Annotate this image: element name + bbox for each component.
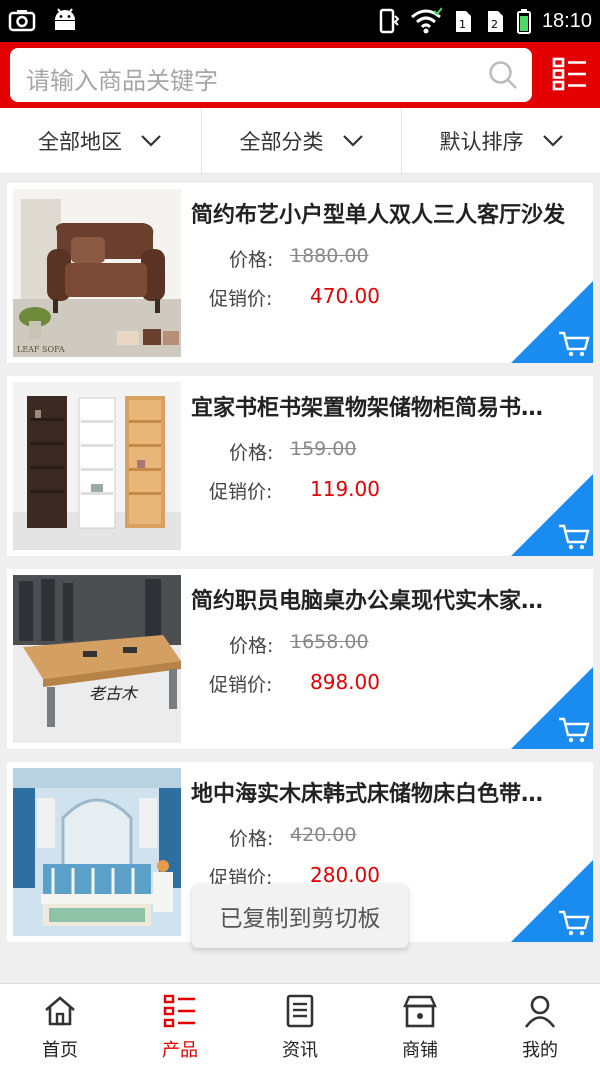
nav-news-label: 资讯 (282, 1040, 318, 1061)
original-price: 420.00 (290, 824, 357, 846)
chevron-down-icon (342, 135, 363, 147)
nav-products-label: 产品 (162, 1040, 198, 1061)
promo-price-label: 促销价: (209, 481, 273, 503)
promo-price: 898.00 (310, 670, 380, 694)
original-price: 1880.00 (290, 245, 369, 267)
price-label: 价格: (229, 249, 274, 271)
desk-image-caption: 老古木 (89, 684, 139, 703)
filter-bar: 全部地区 全部分类 默认排序 (0, 108, 600, 174)
promo-price: 470.00 (310, 284, 380, 308)
search-placeholder: 请输入商品关键字 (26, 67, 218, 95)
app-header: 请输入商品关键字 (0, 42, 600, 108)
add-to-cart-icon[interactable] (511, 667, 593, 749)
user-icon (524, 995, 556, 1028)
copied-toast: 已复制到剪切板 (192, 884, 408, 948)
status-bar: 1 2 18:10 (0, 0, 600, 42)
nav-store[interactable]: 商铺 (360, 984, 480, 1067)
product-title: 简约职员电脑桌办公桌现代实木家… (191, 589, 544, 614)
original-price: 1658.00 (290, 631, 369, 653)
promo-price-label: 促销价: (209, 674, 273, 696)
wifi-icon (410, 7, 442, 34)
nav-news[interactable]: 资讯 (240, 984, 360, 1067)
clock: 18:10 (541, 9, 592, 32)
add-to-cart-icon[interactable] (511, 474, 593, 556)
product-title: 宜家书柜书架置物架储物柜简易书… (191, 396, 544, 421)
nav-store-label: 商铺 (402, 1040, 438, 1061)
filter-region-label: 全部地区 (38, 130, 122, 154)
search-icon[interactable] (488, 60, 518, 90)
product-image-bed (13, 768, 181, 936)
add-to-cart-icon[interactable] (511, 860, 593, 942)
product-title: 地中海实木床韩式床储物床白色带… (191, 782, 544, 807)
filter-sort-label: 默认排序 (439, 130, 524, 154)
chevron-down-icon (542, 135, 563, 147)
sofa-image-caption: LEAF SOFA (17, 345, 65, 354)
product-card[interactable]: 老古木 简约职员电脑桌办公桌现代实木家… 价格: 1658.00 促销价: 89… (7, 569, 593, 749)
nav-home[interactable]: 首页 (0, 984, 120, 1067)
search-input[interactable]: 请输入商品关键字 (10, 48, 532, 102)
promo-price: 119.00 (310, 477, 380, 501)
price-label: 价格: (229, 442, 274, 464)
filter-category-label: 全部分类 (239, 130, 324, 154)
sim2-icon: 2 (487, 11, 503, 32)
filter-category[interactable]: 全部分类 (201, 108, 401, 174)
home-icon (45, 996, 75, 1026)
category-menu-icon[interactable] (552, 56, 588, 92)
filter-sort[interactable]: 默认排序 (401, 108, 600, 174)
vibrate-icon (379, 8, 400, 34)
product-image-desk: 老古木 (13, 575, 181, 743)
nav-products[interactable]: 产品 (120, 984, 240, 1067)
original-price: 159.00 (290, 438, 357, 460)
product-card[interactable]: 宜家书柜书架置物架储物柜简易书… 价格: 159.00 促销价: 119.00 (7, 376, 593, 556)
chevron-down-icon (141, 135, 161, 147)
nav-mine[interactable]: 我的 (480, 984, 600, 1067)
filter-region[interactable]: 全部地区 (0, 108, 200, 174)
nav-mine-label: 我的 (522, 1040, 558, 1061)
promo-price-label: 促销价: (209, 288, 273, 310)
android-icon (55, 8, 75, 30)
price-label: 价格: (229, 828, 274, 850)
product-list-icon (163, 994, 195, 1028)
battery-icon (516, 9, 531, 34)
bottom-nav: 首页 产品 资讯 商铺 我的 (0, 983, 600, 1067)
svg-text:1: 1 (459, 18, 466, 31)
product-image-sofa: LEAF SOFA (13, 189, 181, 357)
nav-home-label: 首页 (42, 1040, 78, 1061)
add-to-cart-icon[interactable] (511, 281, 593, 363)
svg-text:2: 2 (491, 18, 498, 31)
product-image-bookcase (13, 382, 181, 550)
product-title: 简约布艺小户型单人双人三人客厅沙发 (191, 203, 566, 228)
store-icon (403, 995, 437, 1028)
screenshot-icon (8, 10, 36, 32)
news-icon (286, 994, 314, 1028)
sim1-icon: 1 (455, 11, 471, 32)
product-card[interactable]: LEAF SOFA 简约布艺小户型单人双人三人客厅沙发 价格: 1880.00 … (7, 183, 593, 363)
price-label: 价格: (229, 635, 274, 657)
